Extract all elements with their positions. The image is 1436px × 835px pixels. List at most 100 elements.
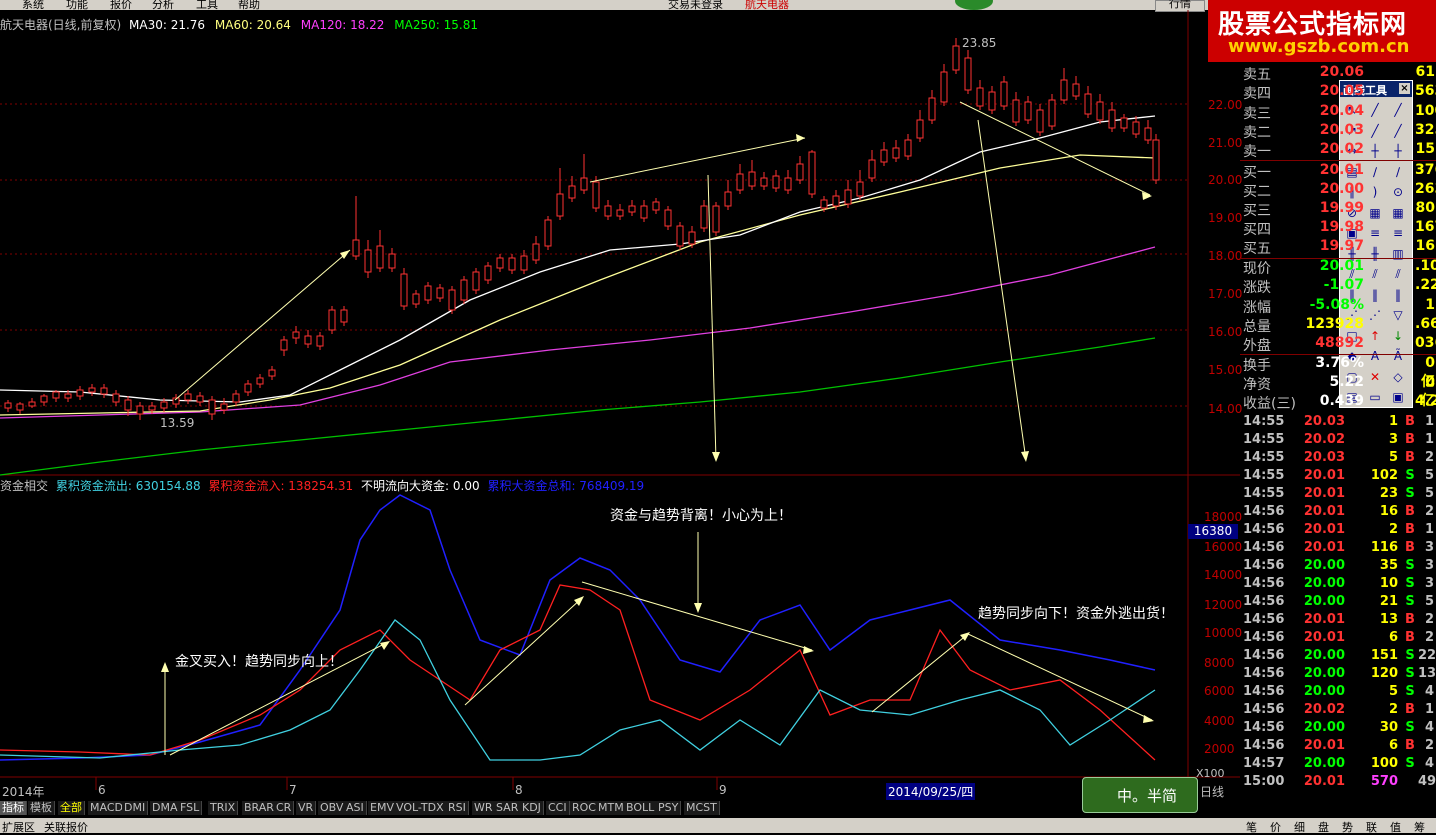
fund-axis-tick: 8000	[1204, 656, 1235, 670]
order-book-row[interactable]: 卖五 20.06 61	[1240, 64, 1436, 83]
candle-body	[652, 201, 660, 211]
fund-axis-tick: 12000	[1204, 598, 1243, 612]
order-book-price: 19.97	[1319, 238, 1364, 254]
chart-canvas[interactable]	[0, 10, 1240, 800]
stat-label: 涨幅	[1243, 300, 1271, 316]
zoom-level[interactable]: X100	[1196, 767, 1225, 780]
candle-body	[1120, 117, 1128, 129]
candle-body	[952, 45, 960, 71]
order-book-row[interactable]: 卖一 20.02 15	[1240, 141, 1436, 160]
price-axis: 22.00 21.00 20.00 19.00 18.00 17.00 16.00 15.00…	[1190, 0, 1243, 465]
indicator-tab[interactable]: 指标	[0, 801, 27, 815]
flower-logo-text: 中。半简	[1117, 787, 1178, 805]
order-book-price: 20.01	[1319, 162, 1364, 178]
candle-body	[328, 309, 336, 331]
menu-tools[interactable]: 工具	[196, 0, 218, 10]
period-label[interactable]: 日线	[1200, 783, 1224, 800]
order-book-row[interactable]: 买一 20.01 376	[1240, 162, 1436, 181]
price-axis-tick: 20.00	[1208, 173, 1243, 187]
order-book-row[interactable]: 买五 19.97 16	[1240, 238, 1436, 257]
order-book-row[interactable]: 买四 19.98 167	[1240, 219, 1436, 238]
menu-help[interactable]: 帮助	[238, 0, 260, 10]
candle-body	[1024, 101, 1032, 121]
fund-axis-tick: 10000	[1204, 626, 1243, 640]
candle-body	[232, 393, 240, 403]
tick-time: 14:55	[1243, 432, 1285, 447]
indicator-tab[interactable]: ASI	[344, 801, 367, 815]
stat-value: 123928	[1305, 316, 1364, 332]
tick-side: B	[1405, 504, 1415, 519]
tick-time: 14:56	[1243, 648, 1285, 663]
indicator-tab[interactable]: BOLL	[624, 801, 658, 815]
order-book-row[interactable]: 买三 19.99 80	[1240, 200, 1436, 219]
indicator-tab[interactable]: VR	[296, 801, 317, 815]
candle-body	[772, 175, 780, 189]
candle-body	[64, 393, 72, 399]
candle-body	[784, 177, 792, 191]
stat-row: 净资 5.22 0亿	[1240, 374, 1436, 409]
candle-body	[1152, 139, 1160, 181]
indicator-tab[interactable]: 全部	[58, 801, 85, 815]
tick-count: 2	[1424, 450, 1434, 465]
candle-body	[544, 219, 552, 247]
indicator-tab[interactable]: DMI	[122, 801, 149, 815]
indicator-tab[interactable]: VOL-TDX	[394, 801, 447, 815]
candle-body	[568, 185, 576, 199]
menu-function[interactable]: 功能	[66, 0, 88, 10]
tick-side: B	[1405, 540, 1415, 555]
order-book-row[interactable]: 卖四 20.05 563	[1240, 83, 1436, 102]
candle-body	[196, 395, 204, 403]
stat-extra: .10	[1415, 258, 1436, 274]
indicator-tab[interactable]: SAR	[494, 801, 522, 815]
menu-quote[interactable]: 报价	[110, 0, 132, 10]
order-book-row[interactable]: 买二 20.00 263	[1240, 181, 1436, 200]
order-book-row[interactable]: 卖三 20.04 100	[1240, 103, 1436, 122]
stat-row: 外盘 48892 036	[1240, 335, 1436, 354]
indicator-tab[interactable]: WR	[472, 801, 496, 815]
fund-total-label: 累积大资金总和: 768409.19	[487, 479, 645, 493]
tick-side: B	[1405, 702, 1415, 717]
menu-analysis[interactable]: 分析	[152, 0, 174, 10]
indicator-tab[interactable]: MACD	[88, 801, 126, 815]
candle-body	[244, 383, 252, 393]
indicator-tab[interactable]: MCST	[684, 801, 720, 815]
indicator-tab[interactable]: KDJ	[520, 801, 544, 815]
tick-time: 14:57	[1243, 756, 1285, 771]
indicator-tab[interactable]: ROC	[570, 801, 599, 815]
ma30-line	[0, 115, 1156, 403]
indicator-tab[interactable]: BRAR	[242, 801, 277, 815]
indicator-tab[interactable]: CR	[274, 801, 295, 815]
candle-body	[352, 239, 360, 257]
menu-system[interactable]: 系统	[22, 0, 44, 10]
tick-count: 2	[1424, 630, 1434, 645]
indicator-tab[interactable]: TRIX	[208, 801, 239, 815]
indicator-tab[interactable]: OBV	[318, 801, 347, 815]
indicator-tab[interactable]: RSI	[446, 801, 469, 815]
candle-body	[28, 401, 36, 407]
stat-value: 3.76%	[1315, 355, 1364, 371]
indicator-tab[interactable]: CCI	[546, 801, 570, 815]
tick-price: 20.00	[1303, 684, 1345, 699]
tick-volume: 6	[1388, 630, 1398, 645]
order-book-row[interactable]: 卖二 20.03 325	[1240, 122, 1436, 141]
indicator-tab[interactable]: MTM	[596, 801, 627, 815]
candle-body	[580, 177, 588, 191]
stat-extra: 1	[1425, 297, 1435, 313]
indicator-tab[interactable]: FSL	[178, 801, 203, 815]
order-book-volume: 263	[1415, 181, 1436, 197]
tick-side: B	[1405, 612, 1415, 627]
indicator-tab[interactable]: EMV	[368, 801, 397, 815]
order-book-price: 20.02	[1319, 141, 1364, 157]
ma120-line	[0, 246, 1156, 419]
login-status[interactable]: 交易未登录	[668, 0, 723, 10]
tick-time: 14:56	[1243, 702, 1285, 717]
tick-price: 20.01	[1303, 738, 1345, 753]
indicator-tab[interactable]: DMA	[150, 801, 181, 815]
trade-tick-row: 14:56 20.01 6 B 2	[1240, 738, 1436, 756]
order-book-price: 20.05	[1319, 83, 1364, 99]
indicator-tab[interactable]: 模板	[28, 801, 55, 815]
stat-label: 外盘	[1243, 338, 1271, 354]
stat-label: 总量	[1243, 319, 1271, 335]
tick-price: 20.00	[1303, 666, 1345, 681]
indicator-tab[interactable]: PSY	[656, 801, 682, 815]
